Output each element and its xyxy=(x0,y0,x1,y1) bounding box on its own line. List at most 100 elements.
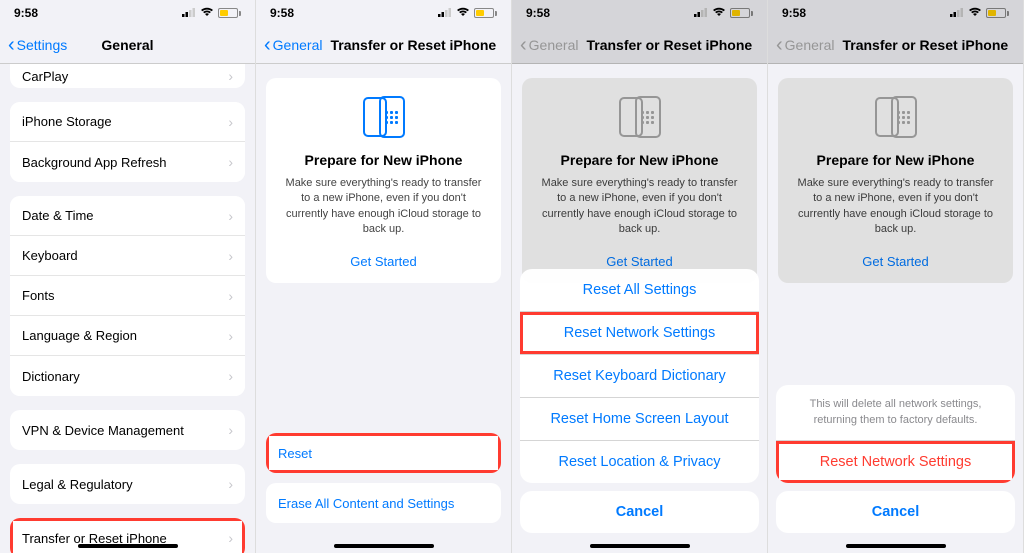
row-keyboard[interactable]: Keyboard› xyxy=(10,236,245,276)
row-language-region[interactable]: Language & Region› xyxy=(10,316,245,356)
chevron-right-icon: › xyxy=(228,154,233,170)
chevron-right-icon: › xyxy=(228,476,233,492)
status-bar: 9:58 xyxy=(512,0,767,26)
screen-general: 9:58 ‹ Settings General CarPlay› iPhone … xyxy=(0,0,256,553)
card-title: Prepare for New iPhone xyxy=(792,152,999,168)
battery-icon xyxy=(218,8,241,18)
get-started-link: Get Started xyxy=(536,254,743,269)
prepare-card: Prepare for New iPhone Make sure everyth… xyxy=(778,78,1013,283)
signal-icon xyxy=(438,6,452,20)
two-phones-icon xyxy=(792,96,999,138)
settings-list: CarPlay› iPhone Storage› Background App … xyxy=(0,64,255,553)
wifi-icon xyxy=(712,6,726,20)
transfer-content: Prepare for New iPhone Make sure everyth… xyxy=(256,64,511,553)
reset-options-sheet: Reset All Settings Reset Network Setting… xyxy=(520,269,759,483)
reset-all-settings-option[interactable]: Reset All Settings xyxy=(520,269,759,312)
reset-network-settings-option[interactable]: Reset Network Settings xyxy=(520,312,759,355)
row-fonts[interactable]: Fonts› xyxy=(10,276,245,316)
status-time: 9:58 xyxy=(782,6,806,20)
card-body: Make sure everything's ready to transfer… xyxy=(280,176,487,238)
get-started-link[interactable]: Get Started xyxy=(280,254,487,269)
row-dictionary[interactable]: Dictionary› xyxy=(10,356,245,396)
erase-all-row[interactable]: Erase All Content and Settings xyxy=(266,483,501,523)
prepare-card: Prepare for New iPhone Make sure everyth… xyxy=(522,78,757,283)
confirm-message: This will delete all network settings, r… xyxy=(776,385,1015,441)
prepare-card: Prepare for New iPhone Make sure everyth… xyxy=(266,78,501,283)
card-title: Prepare for New iPhone xyxy=(536,152,743,168)
screen-reset-options: 9:58 ‹ General Transfer or Reset iPhone … xyxy=(512,0,768,553)
cancel-button[interactable]: Cancel xyxy=(520,491,759,533)
reset-keyboard-dictionary-option[interactable]: Reset Keyboard Dictionary xyxy=(520,355,759,398)
chevron-left-icon: ‹ xyxy=(8,35,15,55)
nav-back-label: General xyxy=(785,37,835,53)
chevron-right-icon: › xyxy=(228,328,233,344)
nav-back-label: General xyxy=(273,37,323,53)
row-date-time[interactable]: Date & Time› xyxy=(10,196,245,236)
confirm-reset-network-button[interactable]: Reset Network Settings xyxy=(776,441,1015,483)
settings-group: Legal & Regulatory› xyxy=(10,464,245,504)
home-indicator xyxy=(78,544,178,548)
screen-transfer-reset: 9:58 ‹ General Transfer or Reset iPhone … xyxy=(256,0,512,553)
reset-group: Reset xyxy=(266,433,501,473)
row-iphone-storage[interactable]: iPhone Storage› xyxy=(10,102,245,142)
signal-icon xyxy=(950,6,964,20)
nav-back-label: General xyxy=(529,37,579,53)
reset-home-screen-option[interactable]: Reset Home Screen Layout xyxy=(520,398,759,441)
status-bar: 9:58 xyxy=(256,0,511,26)
row-carplay[interactable]: CarPlay› xyxy=(10,64,245,88)
cancel-sheet: Cancel xyxy=(776,491,1015,533)
screen-confirm-reset: 9:58 ‹ General Transfer or Reset iPhone … xyxy=(768,0,1024,553)
settings-group: Date & Time› Keyboard› Fonts› Language &… xyxy=(10,196,245,396)
home-indicator xyxy=(334,544,434,548)
nav-bar: ‹ Settings General xyxy=(0,26,255,64)
nav-back-label: Settings xyxy=(17,37,68,53)
card-body: Make sure everything's ready to transfer… xyxy=(536,176,743,238)
status-time: 9:58 xyxy=(526,6,550,20)
status-right xyxy=(182,6,241,20)
status-time: 9:58 xyxy=(270,6,294,20)
battery-icon xyxy=(474,8,497,18)
status-bar: 9:58 xyxy=(0,0,255,26)
two-phones-icon xyxy=(536,96,743,138)
nav-title: Transfer or Reset iPhone xyxy=(586,37,752,53)
battery-icon xyxy=(986,8,1009,18)
cancel-sheet: Cancel xyxy=(520,491,759,533)
chevron-right-icon: › xyxy=(228,208,233,224)
chevron-left-icon: ‹ xyxy=(520,35,527,55)
confirm-sheet: This will delete all network settings, r… xyxy=(776,385,1015,483)
reset-location-privacy-option[interactable]: Reset Location & Privacy xyxy=(520,441,759,483)
battery-icon xyxy=(730,8,753,18)
nav-bar: ‹ General Transfer or Reset iPhone xyxy=(256,26,511,64)
get-started-link: Get Started xyxy=(792,254,999,269)
row-vpn[interactable]: VPN & Device Management› xyxy=(10,410,245,450)
home-indicator xyxy=(590,544,690,548)
nav-bar: ‹ General Transfer or Reset iPhone xyxy=(512,26,767,64)
nav-bar: ‹ General Transfer or Reset iPhone xyxy=(768,26,1023,64)
chevron-right-icon: › xyxy=(228,422,233,438)
card-body: Make sure everything's ready to transfer… xyxy=(792,176,999,238)
wifi-icon xyxy=(456,6,470,20)
home-indicator xyxy=(846,544,946,548)
settings-group: CarPlay› xyxy=(10,64,245,88)
row-legal[interactable]: Legal & Regulatory› xyxy=(10,464,245,504)
settings-group: iPhone Storage› Background App Refresh› xyxy=(10,102,245,182)
reset-row[interactable]: Reset xyxy=(266,433,501,473)
signal-icon xyxy=(182,6,196,20)
cancel-button[interactable]: Cancel xyxy=(776,491,1015,533)
nav-back[interactable]: ‹ General xyxy=(256,35,326,55)
chevron-left-icon: ‹ xyxy=(776,35,783,55)
signal-icon xyxy=(694,6,708,20)
nav-back: ‹ General xyxy=(768,35,838,55)
nav-back[interactable]: ‹ Settings xyxy=(0,35,71,55)
wifi-icon xyxy=(200,6,214,20)
chevron-left-icon: ‹ xyxy=(264,35,271,55)
row-background-refresh[interactable]: Background App Refresh› xyxy=(10,142,245,182)
chevron-right-icon: › xyxy=(228,114,233,130)
status-time: 9:58 xyxy=(14,6,38,20)
chevron-right-icon: › xyxy=(228,530,233,546)
card-title: Prepare for New iPhone xyxy=(280,152,487,168)
erase-group: Erase All Content and Settings xyxy=(266,483,501,523)
chevron-right-icon: › xyxy=(228,288,233,304)
chevron-right-icon: › xyxy=(228,248,233,264)
wifi-icon xyxy=(968,6,982,20)
